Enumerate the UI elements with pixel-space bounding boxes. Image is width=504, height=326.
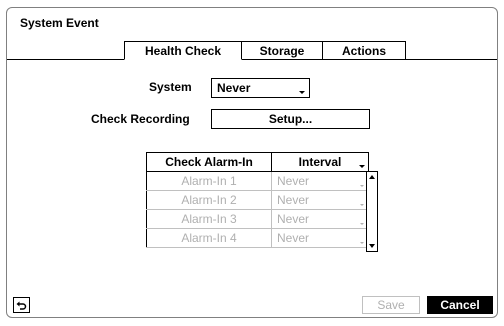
check-recording-label: Check Recording xyxy=(91,112,190,126)
tab-bar: Health Check Storage Actions xyxy=(124,41,406,60)
scroll-up-icon xyxy=(369,175,375,179)
tab-actions[interactable]: Actions xyxy=(323,41,406,60)
alarm-in-cell[interactable]: Alarm-In 4 xyxy=(146,228,272,248)
scroll-down-button[interactable] xyxy=(368,242,376,250)
scroll-down-icon xyxy=(369,244,375,248)
system-label: System xyxy=(149,80,192,94)
cancel-button[interactable]: Cancel xyxy=(427,296,493,314)
table-row: Alarm-In 1 Never xyxy=(146,171,369,191)
system-select[interactable]: Never xyxy=(211,78,310,98)
interval-cell[interactable]: Never xyxy=(271,228,369,248)
dialog-title: System Event xyxy=(20,16,99,30)
table-row: Alarm-In 4 Never xyxy=(146,228,369,248)
chevron-down-icon xyxy=(360,204,364,206)
system-select-value: Never xyxy=(217,81,251,95)
alarm-in-cell[interactable]: Alarm-In 3 xyxy=(146,209,272,229)
scroll-up-button[interactable] xyxy=(368,173,376,181)
chevron-down-icon xyxy=(360,223,364,225)
interval-value: Never xyxy=(277,193,310,207)
save-button[interactable]: Save xyxy=(362,296,420,314)
chevron-down-icon xyxy=(299,91,305,94)
back-button[interactable] xyxy=(13,297,30,313)
alarm-in-cell[interactable]: Alarm-In 2 xyxy=(146,190,272,210)
interval-cell[interactable]: Never xyxy=(271,171,369,191)
table-row: Alarm-In 3 Never xyxy=(146,209,369,229)
system-event-dialog: System Event Health Check Storage Action… xyxy=(6,7,498,318)
tab-health-check[interactable]: Health Check xyxy=(124,41,242,60)
interval-cell[interactable]: Never xyxy=(271,190,369,210)
chevron-down-icon xyxy=(359,165,365,168)
setup-button[interactable]: Setup... xyxy=(211,109,370,129)
table-scrollbar[interactable] xyxy=(366,171,378,252)
column-header-check-alarm-in[interactable]: Check Alarm-In xyxy=(146,152,272,172)
alarm-in-cell[interactable]: Alarm-In 1 xyxy=(146,171,272,191)
interval-value: Never xyxy=(277,231,310,245)
interval-cell[interactable]: Never xyxy=(271,209,369,229)
table-row: Alarm-In 2 Never xyxy=(146,190,369,210)
chevron-down-icon xyxy=(360,242,364,244)
tab-storage[interactable]: Storage xyxy=(242,41,323,60)
return-arrow-icon xyxy=(16,301,27,310)
interval-value: Never xyxy=(277,174,310,188)
chevron-down-icon xyxy=(360,185,364,187)
interval-header-label: Interval xyxy=(298,155,342,169)
table-header-row: Check Alarm-In Interval xyxy=(146,152,369,172)
alarm-in-table: Check Alarm-In Interval Alarm-In 1 Never… xyxy=(146,152,369,248)
interval-value: Never xyxy=(277,212,310,226)
column-header-interval[interactable]: Interval xyxy=(271,152,369,172)
